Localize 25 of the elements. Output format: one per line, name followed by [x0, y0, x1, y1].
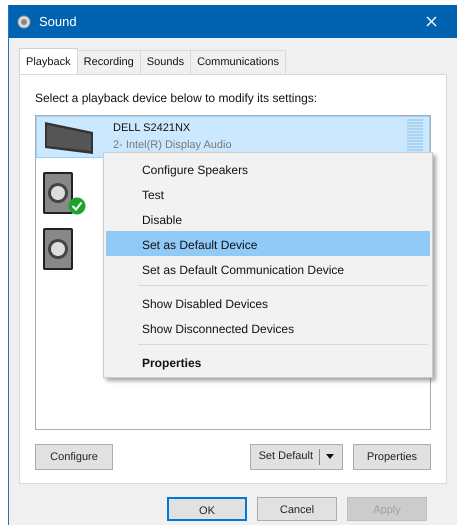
- set-default-button[interactable]: Set Default: [250, 444, 343, 470]
- menu-item[interactable]: Test: [106, 180, 430, 206]
- window-title: Sound: [39, 12, 77, 31]
- tab[interactable]: Playback: [19, 48, 78, 74]
- dialog-button[interactable]: OK: [167, 496, 247, 520]
- menu-item[interactable]: Show Disabled Devices: [106, 290, 430, 314]
- speaker-icon: [42, 170, 74, 214]
- menu-item[interactable]: Set as Default Communication Device: [106, 256, 430, 280]
- tab[interactable]: Recording: [76, 50, 141, 74]
- menu-item[interactable]: Properties: [106, 348, 430, 374]
- device-name: DELL S2421NX: [113, 121, 192, 136]
- caret-icon: [326, 454, 334, 459]
- menu-item[interactable]: Show Disconnected Devices: [106, 314, 430, 340]
- dialog-button[interactable]: Cancel: [257, 496, 337, 520]
- device-description: 2- Intel(R) Display Audio: [113, 138, 232, 152]
- device-row[interactable]: DELL S2421NX 2- Intel(R) Display Audio: [36, 116, 430, 158]
- menu-item[interactable]: Disable: [106, 206, 430, 230]
- speaker-icon: [42, 226, 74, 270]
- menu-item[interactable]: Configure Speakers: [106, 156, 430, 180]
- configure-button[interactable]: Configure: [35, 444, 113, 470]
- speaker-icon: [17, 14, 31, 28]
- tab[interactable]: Communications: [190, 50, 286, 74]
- menu-item[interactable]: Set as Default Device: [106, 230, 430, 256]
- instruction-text: Select a playback device below to modify its settings:: [35, 90, 318, 106]
- properties-button[interactable]: Properties: [353, 444, 431, 470]
